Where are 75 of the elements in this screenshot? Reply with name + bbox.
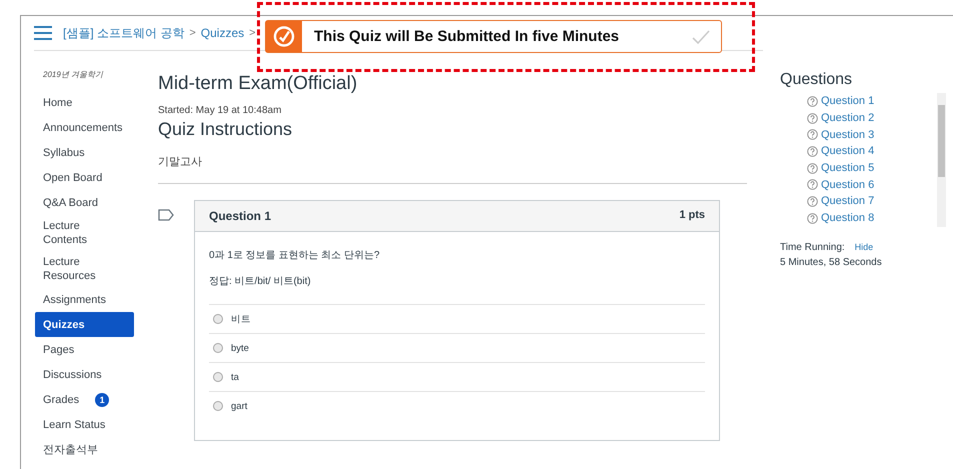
question-link[interactable]: Question 1 [821,95,874,108]
sidebar-item[interactable]: Pages [35,337,134,362]
term-label: 2019년 겨울학기 [43,69,104,80]
sidebar-item[interactable]: Grades 1 [35,387,134,412]
question-link[interactable]: Question 2 [821,112,874,124]
breadcrumb-link[interactable]: [샘플] 소프트웨어 공학 [63,24,184,42]
sidebar-item-label: Quizzes [43,318,85,332]
radio-button[interactable] [213,343,223,353]
sidebar-item-label: 전자출석부 [43,442,98,456]
sidebar-item[interactable]: Announcements [35,115,134,140]
sidebar-item-label: Learn Status [43,418,106,432]
option-label: ta [231,372,239,382]
scrollbar[interactable] [937,93,946,227]
sidebar-item[interactable]: Lecture Contents [35,215,134,251]
answer-note: 정답: 비트/bit/ 비트(bit) [209,275,312,288]
sidebar-item[interactable]: Q&A Board [35,190,134,215]
question-title: Question 1 [209,209,272,223]
sidebar-item-label: Assignments [43,292,106,306]
question-link[interactable]: Question 7 [821,195,874,208]
question-mark-icon [807,196,818,207]
question-text: 0과 1로 정보를 표현하는 최소 단위는? [209,249,381,262]
option-label: byte [231,342,249,354]
sidebar-item[interactable]: Open Board [35,165,134,190]
radio-button[interactable] [213,401,223,411]
radio-button[interactable] [213,372,223,382]
sidebar-item-label: Lecture Resources [43,255,97,283]
instructions-text: 기말고사 [158,155,203,169]
sidebar-item-label: Pages [43,342,74,356]
notification-message: This Quiz will Be Submitted In five Minutes [314,28,620,45]
question-mark-icon [807,112,818,124]
timer-label: Time Running: [780,242,845,253]
sidebar-item[interactable]: Lecture Resources [35,251,134,287]
flag-icon[interactable] [158,209,174,221]
question-link[interactable]: Question 6 [821,178,874,191]
breadcrumb-separator: > [189,27,196,39]
question-points: 1 pts [679,209,705,223]
sidebar-item[interactable]: Quizzes [35,312,134,337]
questions-heading: Questions [780,71,854,89]
started-time: Started: May 19 at 10:48am [158,105,282,116]
sidebar-item[interactable]: Discussions [35,362,134,387]
sidebar-item-label: Syllabus [43,146,85,160]
sidebar-item[interactable]: Home [35,90,134,115]
sidebar-item[interactable]: 전자출석부 [35,437,134,462]
sidebar-item[interactable]: Syllabus [35,140,134,165]
sidebar-item-label: Q&A Board [43,196,98,210]
question-mark-icon [807,212,818,224]
sidebar-item-label: Discussions [43,368,102,382]
time-remaining: 5 Minutes, 58 Seconds [780,257,883,268]
breadcrumb-link[interactable]: Quizzes [200,26,244,40]
sidebar-item-label: Lecture Contents [43,219,88,247]
count-badge: 1 [95,392,110,406]
question-mark-icon [807,162,818,174]
radio-button[interactable] [213,314,223,324]
option-label: 비트 [231,312,251,326]
question-mark-icon [807,129,818,140]
question-link[interactable]: Question 5 [821,162,874,174]
question-mark-icon [807,146,818,157]
menu-icon[interactable] [34,26,52,40]
breadcrumb-separator: > [249,27,256,39]
option-label: gart [231,400,248,412]
quiz-title: Mid-term Exam(Official) [158,73,358,95]
question-link[interactable]: Question 8 [821,212,874,224]
sidebar-item-label: Home [43,96,72,110]
sidebar-item[interactable]: Learn Status [35,412,134,437]
sidebar-item-label: Open Board [43,170,102,184]
sidebar-item-label: Announcements [43,120,122,134]
question-mark-icon [807,96,818,107]
question-link[interactable]: Question 3 [821,128,874,141]
sidebar-item[interactable]: Assignments [35,287,134,312]
check-icon[interactable] [691,28,711,44]
instructions-heading: Quiz Instructions [158,119,294,140]
question-mark-icon [807,179,818,190]
sidebar-item-label: Grades [43,392,80,406]
hide-link[interactable]: Hide [854,242,874,253]
question-link[interactable]: Question 4 [821,145,874,158]
